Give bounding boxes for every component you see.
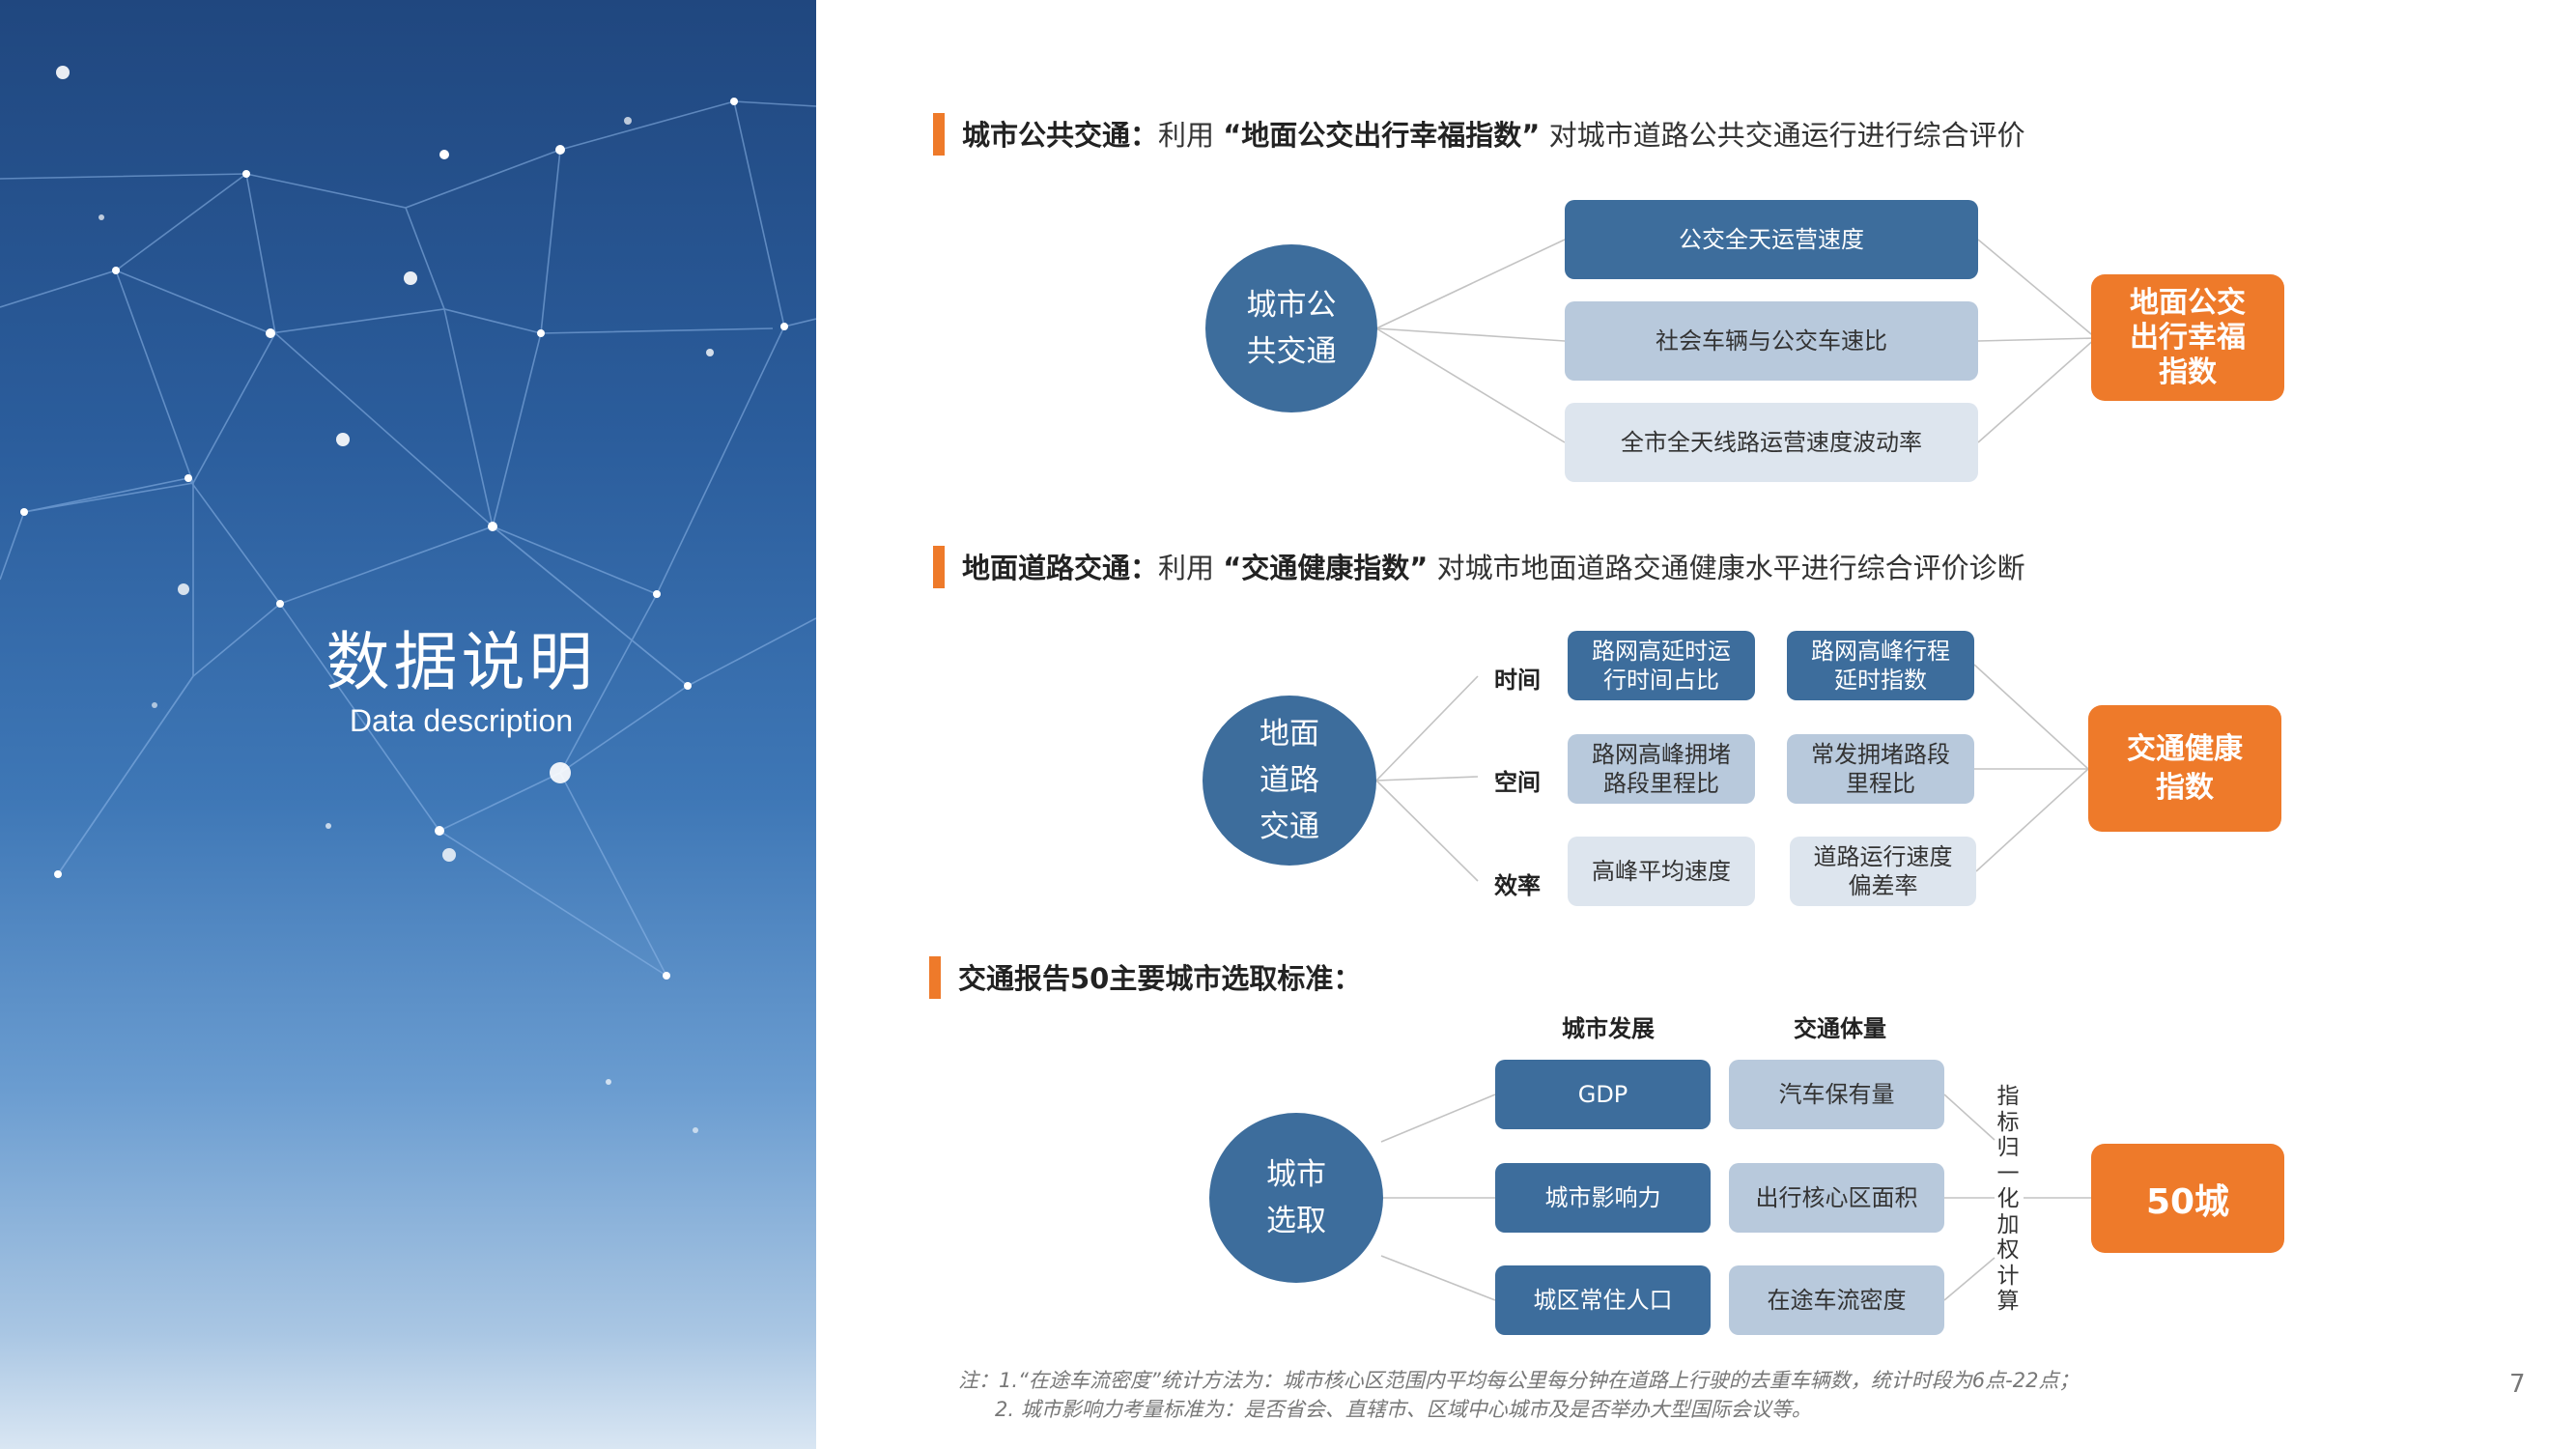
criteria-box: 在途车流密度 <box>1729 1265 1944 1335</box>
topic-circle: 城市选取 <box>1209 1113 1383 1283</box>
metric-box: 道路运行速度偏差率 <box>1790 837 1976 906</box>
section-heading: 城市公共交通：利用 “地面公交出行幸福指数” 对城市道路公共交通运行进行综合评价 <box>962 119 2025 152</box>
column-header: 交通体量 <box>1794 1015 1886 1042</box>
category-label: 空间 <box>1494 769 1541 796</box>
criteria-box: 城市影响力 <box>1495 1163 1711 1233</box>
page-number: 7 <box>2509 1370 2526 1399</box>
metric-box: 社会车辆与公交车速比 <box>1565 301 1978 381</box>
result-index-box: 交通健康指数 <box>2088 705 2281 832</box>
metric-box: 路网高峰拥堵路段里程比 <box>1568 734 1755 804</box>
footnote: 2. 城市影响力考量标准为：是否省会、直辖市、区域中心城市及是否举办大型国际会议… <box>995 1398 1812 1421</box>
section-heading-label: 城市公共交通： <box>962 119 1159 152</box>
column-header: 城市发展 <box>1562 1015 1655 1042</box>
metric-box: 路网高延时运行时间占比 <box>1568 631 1755 700</box>
section-heading-label: 地面道路交通： <box>962 552 1159 584</box>
criteria-box: 汽车保有量 <box>1729 1060 1944 1129</box>
index-name: “地面公交出行幸福指数” <box>1223 119 1541 152</box>
criteria-box: 城区常住人口 <box>1495 1265 1711 1335</box>
category-label: 效率 <box>1494 872 1541 899</box>
metric-box: 公交全天运营速度 <box>1565 200 1978 279</box>
metric-box: 常发拥堵路段里程比 <box>1787 734 1974 804</box>
section-heading: 交通报告50主要城市选取标准： <box>958 956 1361 997</box>
category-label: 时间 <box>1494 667 1541 694</box>
section-marker <box>933 113 945 156</box>
criteria-box: GDP <box>1495 1060 1711 1129</box>
metric-box: 路网高峰行程延时指数 <box>1787 631 1974 700</box>
index-name: “交通健康指数” <box>1223 552 1429 584</box>
result-box-50-cities: 50城 <box>2091 1144 2284 1253</box>
result-index-box: 地面公交出行幸福指数 <box>2091 274 2284 401</box>
section-heading-label: 交通报告50主要城市选取标准： <box>958 962 1362 995</box>
section-marker <box>933 546 945 588</box>
criteria-box: 出行核心区面积 <box>1729 1163 1944 1233</box>
metric-box: 全市全天线路运营速度波动率 <box>1565 403 1978 482</box>
topic-circle: 地面道路交通 <box>1203 696 1376 866</box>
topic-circle: 城市公共交通 <box>1205 244 1377 412</box>
section-heading: 地面道路交通：利用 “交通健康指数” 对城市地面道路交通健康水平进行综合评价诊断 <box>962 552 2025 584</box>
metric-box: 高峰平均速度 <box>1568 837 1755 906</box>
section-marker <box>929 956 941 999</box>
footnote: 注：1.“在途车流密度”统计方法为：城市核心区范围内平均每公里每分钟在道路上行驶… <box>958 1369 2080 1392</box>
weighting-note: 指标归一化加权计算 <box>1996 1084 2020 1314</box>
